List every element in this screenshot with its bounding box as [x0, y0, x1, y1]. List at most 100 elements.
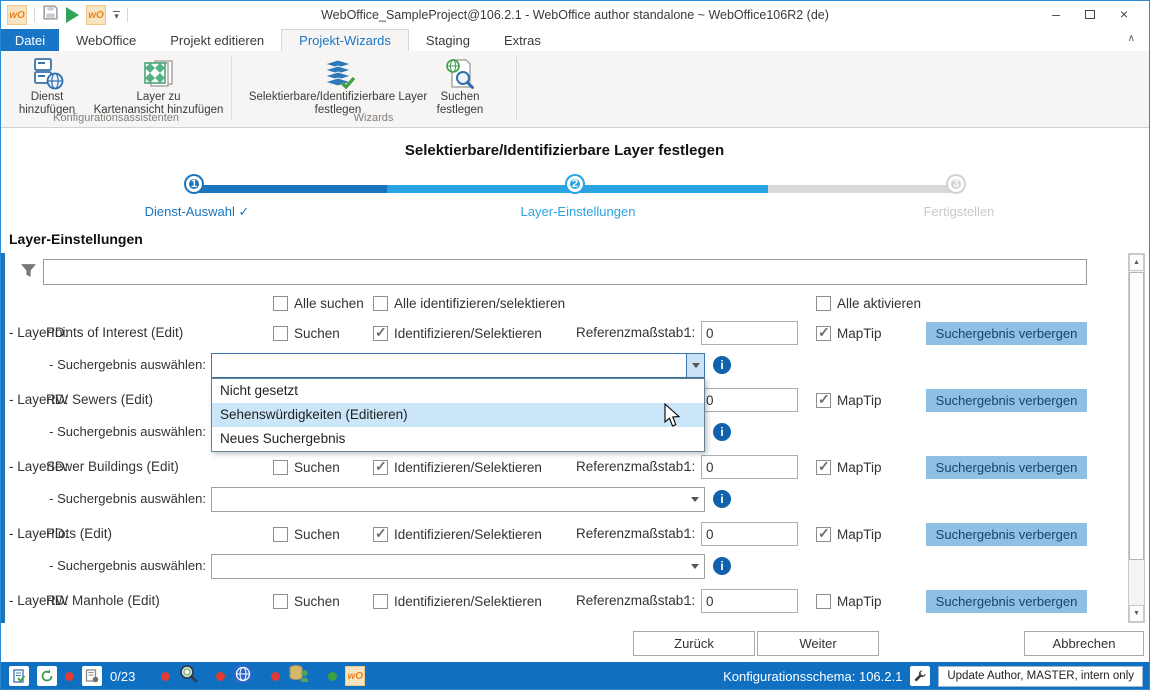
- tab-datei[interactable]: Datei: [1, 29, 59, 51]
- maptip-checkbox-group[interactable]: MapTip: [816, 386, 882, 414]
- set-searches-button[interactable]: Suchen festlegen: [429, 54, 491, 117]
- tab-extras[interactable]: Extras: [487, 29, 558, 51]
- vertical-scrollbar[interactable]: ▲ ▼: [1128, 253, 1145, 623]
- identify-checkbox[interactable]: [373, 594, 388, 609]
- identify-checkbox[interactable]: [373, 326, 388, 341]
- update-channel-badge[interactable]: Update Author, MASTER, intern only: [938, 666, 1143, 687]
- next-button[interactable]: Weiter: [757, 631, 879, 656]
- search-result-combobox[interactable]: [211, 353, 705, 378]
- close-button[interactable]: ×: [1107, 1, 1141, 27]
- info-icon[interactable]: i: [713, 490, 731, 508]
- maptip-checkbox-group[interactable]: MapTip: [816, 587, 882, 615]
- maptip-checkbox-group[interactable]: MapTip: [816, 520, 882, 548]
- identify-checkbox[interactable]: [373, 460, 388, 475]
- all-identify-checkbox-group[interactable]: Alle identifizieren/selektieren: [373, 289, 565, 317]
- hide-search-result-button[interactable]: Suchergebnis verbergen: [926, 590, 1087, 613]
- tab-weboffice[interactable]: WebOffice: [59, 29, 153, 51]
- identify-label: Identifizieren/Selektieren: [394, 460, 542, 475]
- maptip-checkbox[interactable]: [816, 393, 831, 408]
- tab-projekt-editieren[interactable]: Projekt editieren: [153, 29, 281, 51]
- suchen-checkbox-group[interactable]: Suchen: [273, 319, 340, 347]
- identify-checkbox-group[interactable]: Identifizieren/Selektieren: [373, 520, 542, 548]
- suchen-checkbox-group[interactable]: Suchen: [273, 453, 340, 481]
- suchen-checkbox[interactable]: [273, 326, 288, 341]
- search-status-icon[interactable]: [178, 664, 198, 689]
- hide-search-result-button[interactable]: Suchergebnis verbergen: [926, 523, 1087, 546]
- maptip-checkbox[interactable]: [816, 594, 831, 609]
- service-config-icon[interactable]: [82, 666, 102, 686]
- add-service-button[interactable]: Dienst hinzufügen: [6, 54, 88, 117]
- collapse-ribbon-icon[interactable]: ∧: [1128, 33, 1135, 44]
- weboffice-status-icon[interactable]: wO: [345, 666, 365, 686]
- tab-staging[interactable]: Staging: [409, 29, 487, 51]
- maptip-checkbox-group[interactable]: MapTip: [816, 453, 882, 481]
- hide-search-result-button[interactable]: Suchergebnis verbergen: [926, 322, 1087, 345]
- all-identify-checkbox[interactable]: [373, 296, 388, 311]
- scrollbar-thumb[interactable]: [1129, 272, 1144, 560]
- status-dot-red: [65, 672, 74, 681]
- search-result-combobox[interactable]: [211, 487, 705, 512]
- layer-row: - LayerID: Plots (Edit) Suchen Identifiz…: [1, 520, 1128, 548]
- maptip-checkbox[interactable]: [816, 460, 831, 475]
- maptip-checkbox[interactable]: [816, 527, 831, 542]
- identify-checkbox-group[interactable]: Identifizieren/Selektieren: [373, 587, 542, 615]
- ref-scale-input[interactable]: [701, 589, 798, 613]
- search-result-combobox[interactable]: [211, 554, 705, 579]
- all-activate-checkbox-group[interactable]: Alle aktivieren: [816, 289, 921, 317]
- info-icon[interactable]: i: [713, 356, 731, 374]
- identify-checkbox[interactable]: [373, 527, 388, 542]
- suchen-checkbox[interactable]: [273, 527, 288, 542]
- add-layer-to-mapview-button[interactable]: Layer zu Kartenansicht hinzufügen: [86, 54, 231, 117]
- button-label: Selektierbare/Identifizierbare Layer: [249, 91, 427, 104]
- hide-search-result-button[interactable]: Suchergebnis verbergen: [926, 389, 1087, 412]
- add-layer-to-mapview-icon: [142, 54, 176, 91]
- suchen-checkbox-group[interactable]: Suchen: [273, 520, 340, 548]
- title-bar: wO wO ▾ WebOffice_SampleProject@106.2.1 …: [1, 1, 1149, 29]
- combobox-arrow-icon[interactable]: [686, 555, 704, 578]
- layer-name: RW Manhole (Edit): [46, 587, 160, 615]
- tab-projekt-wizards[interactable]: Projekt-Wizards: [281, 29, 409, 51]
- identify-checkbox-group[interactable]: Identifizieren/Selektieren: [373, 453, 542, 481]
- info-icon[interactable]: i: [713, 557, 731, 575]
- suchen-label: Suchen: [294, 527, 340, 542]
- suchen-checkbox[interactable]: [273, 594, 288, 609]
- note-check-icon[interactable]: [9, 666, 29, 686]
- layer-filter-input[interactable]: [43, 259, 1087, 285]
- dropdown-item[interactable]: Neues Suchergebnis: [212, 427, 704, 451]
- suchen-checkbox-group[interactable]: Suchen: [273, 587, 340, 615]
- combobox-arrow-icon[interactable]: [686, 354, 704, 377]
- database-user-icon[interactable]: [288, 664, 310, 689]
- maximize-button[interactable]: [1073, 1, 1107, 27]
- hide-search-result-button[interactable]: Suchergebnis verbergen: [926, 456, 1087, 479]
- info-icon[interactable]: i: [713, 423, 731, 441]
- all-search-checkbox-group[interactable]: Alle suchen: [273, 289, 364, 317]
- scroll-up-icon[interactable]: ▲: [1129, 254, 1144, 271]
- back-button[interactable]: Zurück: [633, 631, 755, 656]
- ref-scale-input[interactable]: [701, 321, 798, 345]
- progress-segment-current: [387, 185, 578, 193]
- identify-checkbox-group[interactable]: Identifizieren/Selektieren: [373, 319, 542, 347]
- minimize-button[interactable]: –: [1039, 1, 1073, 27]
- maptip-checkbox[interactable]: [816, 326, 831, 341]
- progress-segment-pending: [768, 185, 959, 193]
- application-window: wO wO ▾ WebOffice_SampleProject@106.2.1 …: [0, 0, 1150, 690]
- combobox-arrow-icon[interactable]: [686, 488, 704, 511]
- search-result-subrow: - Suchergebnis auswählen: i: [1, 352, 1128, 378]
- maptip-checkbox-group[interactable]: MapTip: [816, 319, 882, 347]
- sync-icon[interactable]: [37, 666, 57, 686]
- button-label: Layer zu: [136, 91, 180, 104]
- dropdown-item[interactable]: Nicht gesetzt: [212, 379, 704, 403]
- dropdown-item-highlighted[interactable]: Sehenswürdigkeiten (Editieren): [212, 403, 704, 427]
- ref-scale-input[interactable]: [701, 455, 798, 479]
- ref-scale-input[interactable]: [701, 522, 798, 546]
- globe-status-icon[interactable]: [233, 664, 253, 689]
- status-dot-red: [216, 672, 225, 681]
- all-search-checkbox[interactable]: [273, 296, 288, 311]
- set-selectable-layers-button[interactable]: Selektierbare/Identifizierbare Layer fes…: [238, 54, 438, 117]
- scroll-down-icon[interactable]: ▼: [1129, 605, 1144, 622]
- all-activate-checkbox[interactable]: [816, 296, 831, 311]
- cancel-button[interactable]: Abbrechen: [1024, 631, 1144, 656]
- wrench-icon[interactable]: [910, 666, 930, 686]
- suchen-checkbox[interactable]: [273, 460, 288, 475]
- ref-scale-input[interactable]: [701, 388, 798, 412]
